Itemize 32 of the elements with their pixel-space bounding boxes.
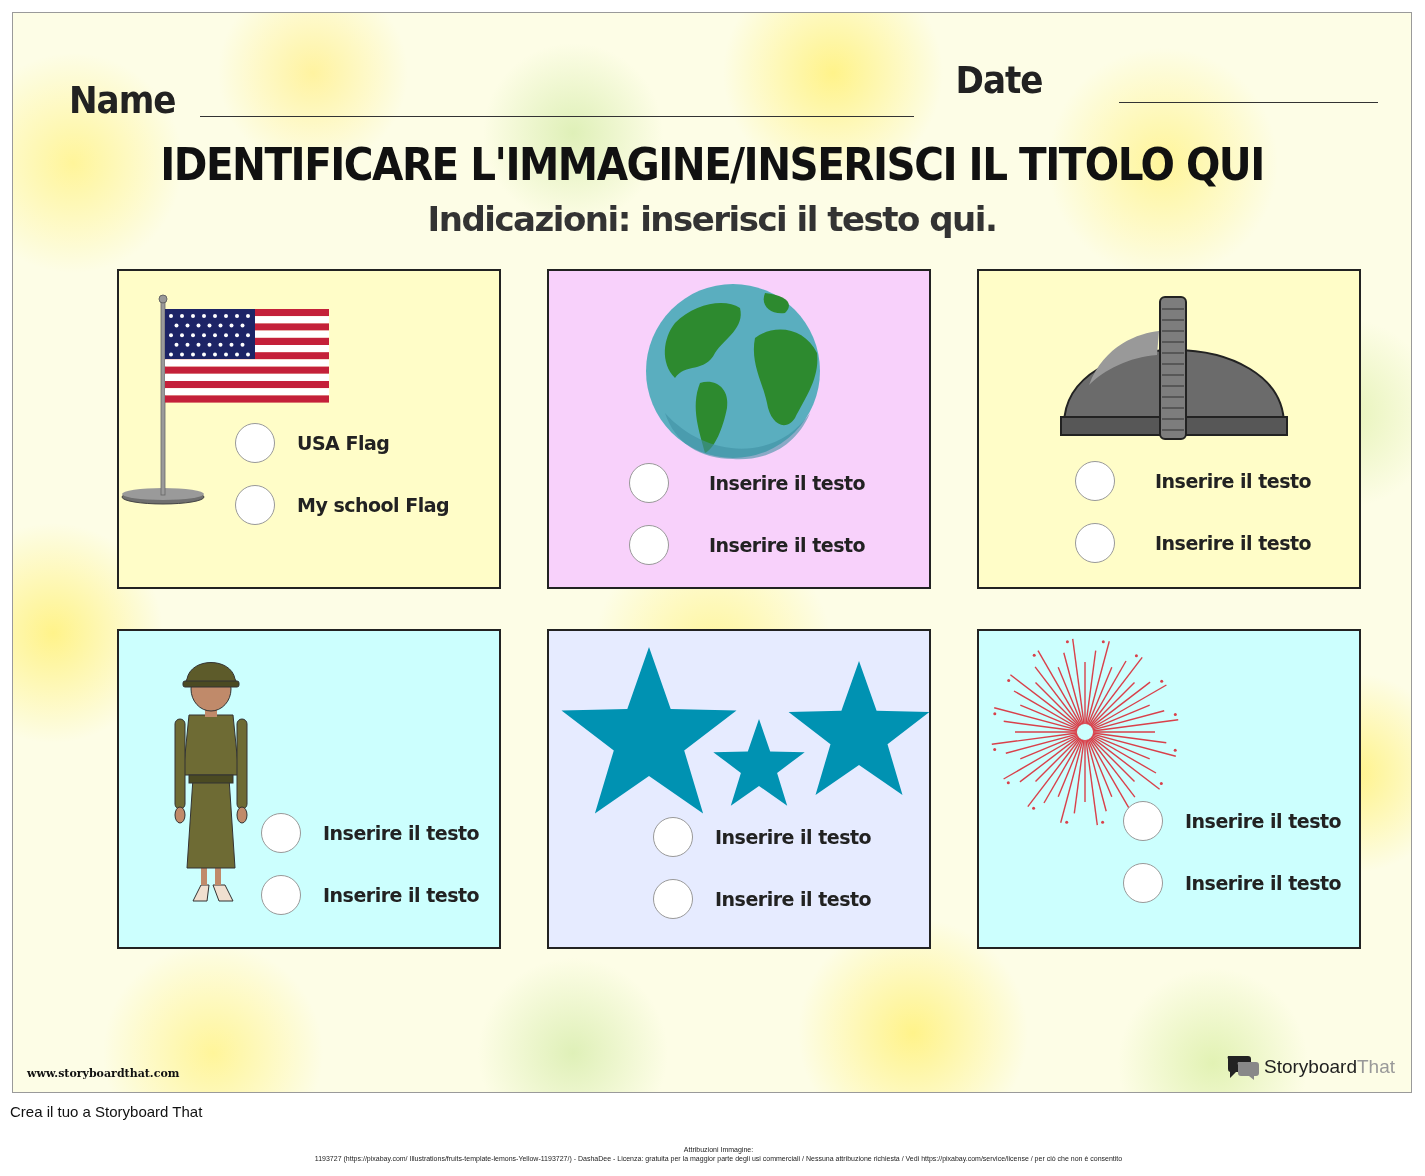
option-text: Inserire il testo [709, 534, 866, 556]
option-text: Inserire il testo [1185, 872, 1342, 894]
option-text: Inserire il testo [1185, 810, 1342, 832]
answer-circle[interactable] [235, 423, 275, 463]
option-text: Inserire il testo [715, 826, 872, 848]
answer-circle[interactable] [629, 525, 669, 565]
option-text: My school Flag [297, 494, 450, 516]
worksheet-title: IDENTIFICARE L'IMMAGINE/INSERISCI IL TITOLO QUI [159, 137, 1265, 193]
option-text: Inserire il testo [323, 822, 480, 844]
answer-circle[interactable] [629, 463, 669, 503]
website-url: www.storyboardthat.com [27, 1067, 180, 1080]
answer-circle[interactable] [653, 879, 693, 919]
option-text: Inserire il testo [1155, 470, 1312, 492]
name-label: Name [69, 81, 176, 119]
option-text: Inserire il testo [715, 888, 872, 910]
option-text: Inserire il testo [709, 472, 866, 494]
answer-circle[interactable] [1075, 523, 1115, 563]
date-label: Date [955, 61, 1043, 99]
answer-circle[interactable] [261, 813, 301, 853]
option-text: USA Flag [297, 432, 390, 454]
logo-wordmark: StoryboardThat [1264, 1056, 1395, 1078]
answer-circle[interactable] [653, 817, 693, 857]
answer-circle[interactable] [1123, 863, 1163, 903]
option-text: Inserire il testo [1155, 532, 1312, 554]
answer-circle[interactable] [261, 875, 301, 915]
speech-bubbles-icon [1226, 1054, 1260, 1080]
option-text: Inserire il testo [323, 884, 480, 906]
answer-circle[interactable] [1123, 801, 1163, 841]
answer-circle[interactable] [235, 485, 275, 525]
answer-circle[interactable] [1075, 461, 1115, 501]
directions-text: Indicazioni: inserisci il testo qui. [426, 198, 998, 241]
create-link[interactable]: Crea il tuo a Storyboard That [10, 1103, 203, 1120]
